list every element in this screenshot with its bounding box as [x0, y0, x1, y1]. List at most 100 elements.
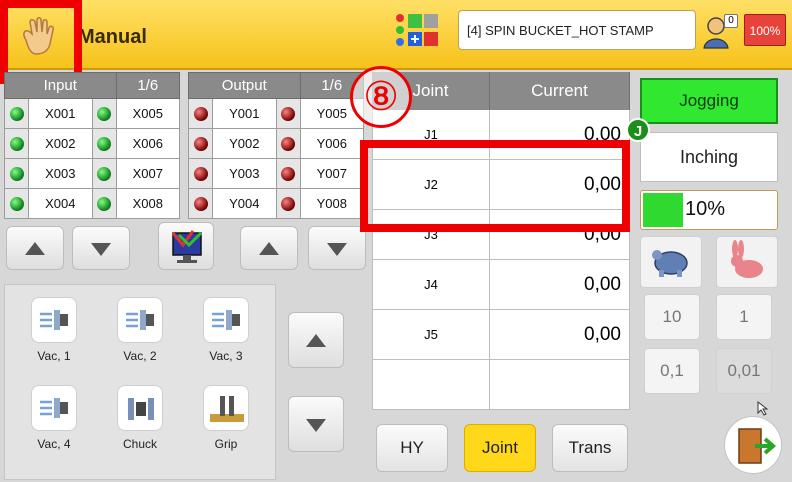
step-0-1-button[interactable]: 0,1 [644, 348, 700, 394]
tool-label: Vac, 4 [37, 437, 71, 451]
vac-4-button[interactable]: Vac, 4 [19, 385, 89, 451]
joint-mode-button[interactable]: Joint [464, 424, 536, 472]
led-on-icon [9, 166, 24, 181]
table-row[interactable] [372, 360, 630, 410]
table-row: X002 X006 [4, 128, 180, 159]
hy-mode-button[interactable]: HY [376, 424, 448, 472]
speed-value: 10% [685, 198, 726, 220]
output-page-down-button[interactable] [308, 226, 366, 270]
led-on-icon [97, 196, 111, 211]
inching-button[interactable]: Inching [640, 132, 778, 182]
output-page-up-button[interactable] [240, 226, 298, 270]
io-label[interactable]: Y001 [212, 98, 277, 129]
joint-table: Joint Current J1 0,00 J2 0,00 J3 0,00 J4… [372, 72, 630, 410]
led-off-icon [193, 196, 208, 211]
up-arrow-icon [306, 334, 326, 347]
table-row: Y001 Y005 [188, 98, 364, 129]
down-arrow-icon [91, 243, 111, 256]
job-name-box[interactable]: [4] SPIN BUCKET_HOT STAMP [458, 10, 696, 50]
vac-2-button[interactable]: Vac, 2 [105, 297, 175, 363]
vacuum-icon [31, 385, 77, 431]
led-on-icon [97, 106, 111, 121]
vac-1-button[interactable]: Vac, 1 [19, 297, 89, 363]
joint-mode-badge: J [626, 118, 650, 142]
trans-mode-button[interactable]: Trans [552, 424, 628, 472]
joint-value: 0,00 [490, 260, 630, 309]
io-label: X006 [115, 128, 180, 159]
grip-icon [203, 385, 249, 431]
vacuum-icon [203, 297, 249, 343]
tool-label: Grip [214, 437, 238, 451]
annotation-marker: ⑧ [350, 66, 412, 128]
table-row: X004 X008 [4, 188, 180, 219]
override-speed-badge[interactable]: 100% [744, 14, 786, 46]
step-1-button[interactable]: 1 [716, 294, 772, 340]
io-label: X003 [28, 158, 93, 189]
user-level-badge: 0 [724, 14, 738, 28]
step-10-button[interactable]: 10 [644, 294, 700, 340]
table-row[interactable]: J4 0,00 [372, 260, 630, 310]
turtle-icon [652, 250, 688, 277]
grip-button[interactable]: Grip [191, 385, 261, 451]
led-off-icon [193, 106, 208, 121]
led-off-icon [193, 136, 208, 151]
vac-3-button[interactable]: Vac, 3 [191, 297, 261, 363]
io-label[interactable]: Y004 [212, 188, 277, 219]
input-page[interactable]: 1/6 [115, 72, 180, 99]
tool-label: Vac, 1 [37, 349, 71, 363]
led-on-icon [9, 136, 24, 151]
output-title: Output [188, 72, 301, 99]
io-label[interactable]: Y008 [299, 188, 364, 219]
scroll-down-button[interactable] [288, 396, 344, 452]
io-label[interactable]: Y006 [299, 128, 364, 159]
led-on-icon [9, 196, 24, 211]
j2-highlight-box [360, 140, 630, 232]
vacuum-icon [31, 297, 77, 343]
io-label[interactable]: Y002 [212, 128, 277, 159]
joint-name: J5 [372, 310, 490, 359]
input-title: Input [4, 72, 117, 99]
led-off-icon [281, 166, 295, 181]
io-label: X008 [115, 188, 180, 219]
rabbit-icon [731, 240, 763, 278]
io-label: X007 [115, 158, 180, 189]
joint-value [490, 360, 630, 409]
input-page-down-button[interactable] [72, 226, 130, 270]
io-label: X004 [28, 188, 93, 219]
chuck-button[interactable]: Chuck [105, 385, 175, 451]
io-label: X005 [115, 98, 180, 129]
fast-speed-button[interactable] [716, 236, 778, 288]
chuck-icon [117, 385, 163, 431]
table-row: X001 X005 [4, 98, 180, 129]
speed-bar[interactable]: 10% [640, 190, 778, 230]
table-row: Y004 Y008 [188, 188, 364, 219]
led-on-icon [97, 166, 111, 181]
job-name: [4] SPIN BUCKET_HOT STAMP [467, 23, 654, 38]
jogging-button[interactable]: Jogging [640, 78, 778, 124]
output-table: Output 1/6 Y001 Y005 Y002 Y006 Y003 Y007… [188, 72, 364, 219]
tool-panel: Vac, 1 Vac, 2 Vac, 3 Vac, 4 Chuck Grip [4, 284, 276, 480]
exit-button[interactable] [724, 416, 782, 474]
led-off-icon [281, 106, 295, 121]
page-title: Manual [78, 26, 147, 48]
io-label[interactable]: Y007 [299, 158, 364, 189]
up-arrow-icon [259, 242, 279, 255]
led-on-icon [97, 136, 111, 151]
joint-name: J4 [372, 260, 490, 309]
joint-value: 0,00 [490, 310, 630, 359]
table-row: X003 X007 [4, 158, 180, 189]
monitor-icon [171, 230, 203, 263]
table-row[interactable]: J5 0,00 [372, 310, 630, 360]
io-monitor-button[interactable] [158, 222, 214, 270]
step-0-01-button[interactable]: 0,01 [716, 348, 772, 394]
slow-speed-button[interactable] [640, 236, 702, 288]
io-label: X002 [28, 128, 93, 159]
io-label[interactable]: Y003 [212, 158, 277, 189]
tool-label: Vac, 3 [209, 349, 243, 363]
input-page-up-button[interactable] [6, 226, 64, 270]
scroll-up-button[interactable] [288, 312, 344, 368]
exit-door-icon [738, 428, 777, 464]
tool-label: Chuck [122, 437, 157, 451]
table-row: Y003 Y007 [188, 158, 364, 189]
cursor-icon [757, 400, 769, 416]
